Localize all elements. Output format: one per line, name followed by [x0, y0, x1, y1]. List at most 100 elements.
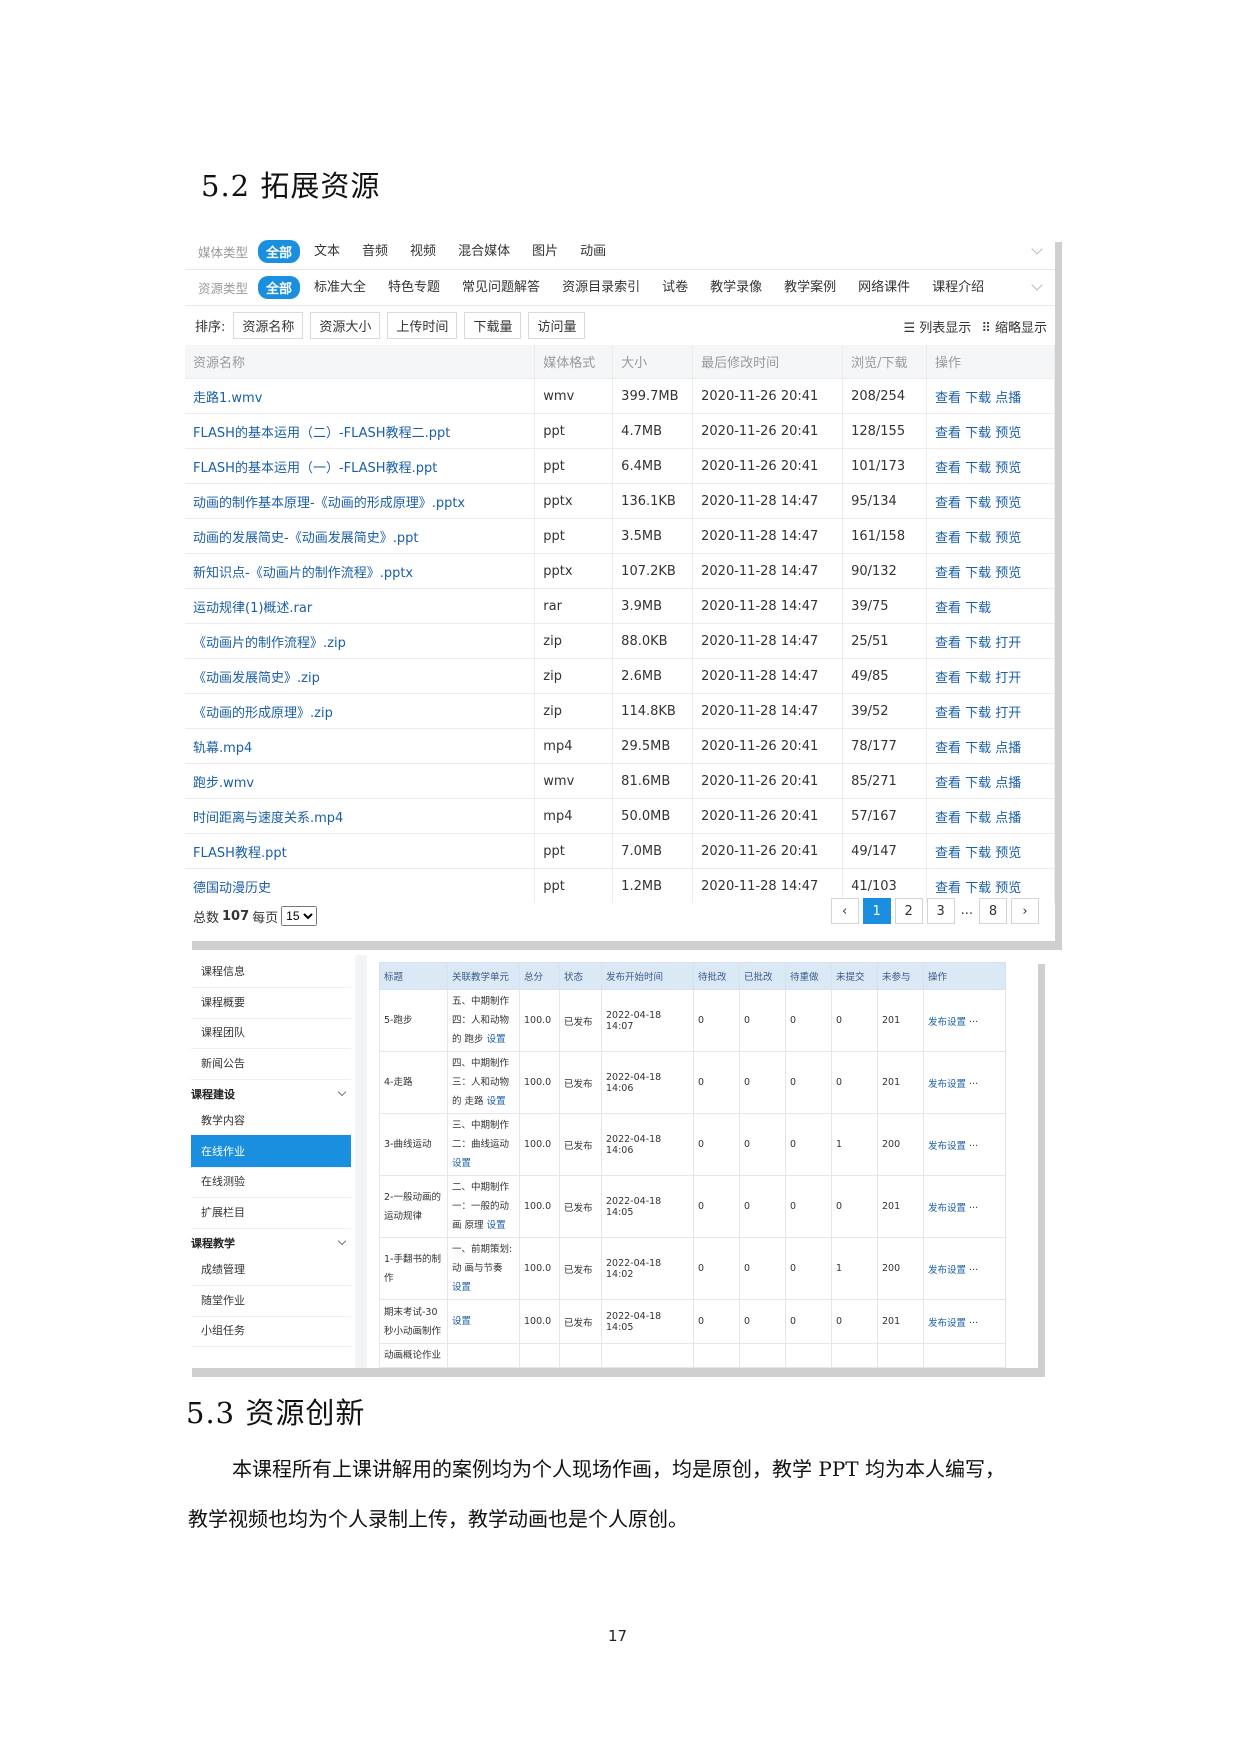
count-cell[interactable] — [785, 1343, 832, 1368]
count-cell[interactable] — [739, 1343, 786, 1368]
count-cell[interactable] — [831, 1343, 878, 1368]
more-icon[interactable]: ··· — [969, 1141, 978, 1152]
unit-settings-link[interactable]: 设置 — [452, 1282, 471, 1293]
resource-name-link[interactable]: 《动画的形成原理》.zip — [185, 693, 536, 729]
sidebar-item[interactable]: 课程团队 — [191, 1016, 351, 1049]
count-cell[interactable]: 0 — [831, 1175, 878, 1238]
unit-settings-link[interactable]: 设置 — [487, 1096, 506, 1107]
sidebar-collapse-gutter[interactable] — [355, 955, 367, 1368]
resource-name-link[interactable]: 德国动漫历史 — [185, 868, 536, 903]
resource-actions[interactable]: 查看 下载 — [926, 588, 1055, 624]
more-icon[interactable]: ··· — [969, 1318, 978, 1329]
resource-actions[interactable]: 查看 下载 预览 — [926, 553, 1055, 589]
media-type-chip[interactable]: 全部 — [258, 239, 301, 263]
resource-actions[interactable]: 查看 下载 打开 — [926, 623, 1055, 659]
media-type-chip[interactable]: 动画 — [572, 240, 614, 263]
resource-type-chip[interactable]: 试卷 — [654, 276, 696, 299]
page-button[interactable]: 1 — [862, 898, 891, 924]
resource-type-chip[interactable]: 常见问题解答 — [454, 276, 548, 299]
chevron-down-icon[interactable] — [1031, 279, 1043, 291]
resource-name-link[interactable]: 《动画片的制作流程》.zip — [185, 623, 536, 659]
resource-type-chip[interactable]: 教学录像 — [702, 276, 770, 299]
count-cell[interactable]: 0 — [831, 1299, 878, 1344]
chevron-down-icon[interactable] — [1031, 243, 1043, 255]
resource-actions[interactable]: 查看 下载 预览 — [926, 483, 1055, 519]
sort-button[interactable]: 资源大小 — [310, 311, 381, 339]
resource-type-chip[interactable]: 全部 — [258, 275, 301, 299]
count-cell[interactable]: 1 — [831, 1237, 878, 1300]
sidebar-item[interactable]: 教学内容 — [191, 1104, 351, 1137]
count-cell[interactable]: 0 — [739, 1237, 786, 1300]
sidebar-item[interactable]: 成绩管理 — [191, 1253, 351, 1286]
resource-actions[interactable]: 查看 下载 预览 — [926, 413, 1055, 449]
resource-name-link[interactable]: FLASH的基本运用（二）-FLASH教程二.ppt — [185, 413, 536, 449]
per-page-select[interactable]: 15 — [281, 906, 318, 926]
count-cell[interactable]: 0 — [693, 1237, 740, 1300]
count-cell[interactable]: 0 — [693, 989, 740, 1052]
sidebar-item[interactable]: 随堂作业 — [191, 1284, 351, 1317]
resource-type-chip[interactable]: 教学案例 — [776, 276, 844, 299]
publish-settings-link[interactable]: 发布设置 — [928, 1079, 966, 1090]
resource-actions[interactable]: 查看 下载 点播 — [926, 798, 1055, 834]
resource-name-link[interactable]: 动画的制作基本原理-《动画的形成原理》.pptx — [185, 483, 536, 519]
page-button[interactable]: 3 — [926, 898, 955, 924]
sidebar-item[interactable]: 新闻公告 — [191, 1047, 351, 1080]
more-icon[interactable]: ··· — [969, 1017, 978, 1028]
page-button[interactable]: 8 — [979, 898, 1007, 924]
resource-actions[interactable]: 查看 下载 点播 — [926, 378, 1055, 414]
publish-settings-link[interactable]: 发布设置 — [928, 1017, 966, 1028]
next-page-button[interactable]: › — [1011, 898, 1039, 924]
resource-type-chip[interactable]: 资源目录索引 — [554, 276, 648, 299]
resource-name-link[interactable]: 《动画发展简史》.zip — [185, 658, 536, 694]
resource-name-link[interactable]: 跑步.wmv — [185, 763, 536, 799]
media-type-chip[interactable]: 文本 — [306, 240, 348, 263]
count-cell[interactable]: 0 — [785, 1113, 832, 1176]
resource-name-link[interactable]: FLASH的基本运用（一）-FLASH教程.ppt — [185, 448, 536, 484]
thumbnail-view-toggle[interactable]: ⠿ 缩略显示 — [981, 317, 1047, 336]
count-cell[interactable]: 0 — [831, 1051, 878, 1114]
count-cell[interactable]: 0 — [831, 989, 878, 1052]
resource-actions[interactable]: 查看 下载 点播 — [926, 763, 1055, 799]
count-cell[interactable]: 0 — [739, 1175, 786, 1238]
resource-actions[interactable]: 查看 下载 打开 — [926, 693, 1055, 729]
count-cell[interactable]: 0 — [693, 1175, 740, 1238]
count-cell[interactable] — [693, 1343, 740, 1368]
resource-actions[interactable]: 查看 下载 预览 — [926, 833, 1055, 869]
resource-name-link[interactable]: 时间距离与速度关系.mp4 — [185, 798, 536, 834]
publish-settings-link[interactable]: 发布设置 — [928, 1318, 966, 1329]
count-cell[interactable]: 201 — [877, 1299, 924, 1344]
count-cell[interactable]: 201 — [877, 1051, 924, 1114]
sort-button[interactable]: 上传时间 — [387, 311, 458, 339]
count-cell[interactable]: 0 — [739, 1051, 786, 1114]
resource-name-link[interactable]: 走路1.wmv — [185, 378, 536, 414]
page-button[interactable]: 2 — [894, 898, 923, 924]
resource-actions[interactable]: 查看 下载 预览 — [926, 448, 1055, 484]
resource-type-chip[interactable]: 标准大全 — [306, 276, 374, 299]
sort-button[interactable]: 资源名称 — [233, 311, 304, 339]
count-cell[interactable]: 201 — [877, 1175, 924, 1238]
count-cell[interactable]: 0 — [785, 1237, 832, 1300]
count-cell[interactable]: 201 — [877, 989, 924, 1052]
count-cell[interactable]: 0 — [739, 1299, 786, 1344]
more-icon[interactable]: ··· — [969, 1265, 978, 1276]
count-cell[interactable]: 0 — [785, 1051, 832, 1114]
resource-name-link[interactable]: 轨幕.mp4 — [185, 728, 536, 764]
publish-settings-link[interactable]: 发布设置 — [928, 1203, 966, 1214]
resource-actions[interactable]: 查看 下载 预览 — [926, 518, 1055, 554]
count-cell[interactable]: 0 — [785, 989, 832, 1052]
sidebar-item[interactable]: 课程信息 — [191, 955, 351, 988]
media-type-chip[interactable]: 视频 — [402, 240, 444, 263]
unit-settings-link[interactable]: 设置 — [487, 1034, 506, 1045]
count-cell[interactable]: 0 — [739, 1113, 786, 1176]
more-icon[interactable]: ··· — [969, 1079, 978, 1090]
resource-name-link[interactable]: 运动规律(1)概述.rar — [185, 588, 536, 624]
more-icon[interactable]: ··· — [969, 1203, 978, 1214]
count-cell[interactable]: 0 — [693, 1113, 740, 1176]
sort-button[interactable]: 访问量 — [528, 311, 586, 339]
sidebar-item[interactable]: 在线作业 — [191, 1134, 351, 1168]
publish-settings-link[interactable]: 发布设置 — [928, 1265, 966, 1276]
resource-name-link[interactable]: 新知识点-《动画片的制作流程》.pptx — [185, 553, 536, 589]
sidebar-item[interactable]: 课程概要 — [191, 986, 351, 1019]
resource-type-chip[interactable]: 课程介绍 — [924, 276, 992, 299]
count-cell[interactable]: 0 — [739, 989, 786, 1052]
